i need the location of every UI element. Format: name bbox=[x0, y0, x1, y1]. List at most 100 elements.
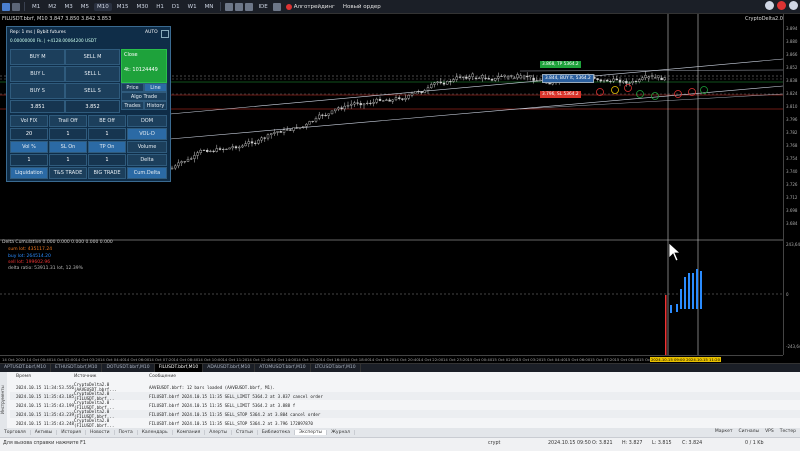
candle-body bbox=[606, 79, 609, 82]
log-row[interactable]: 2024.10.15 11:35:43.185 CryptoDelta2.0 (F… bbox=[10, 391, 800, 401]
tp-input[interactable]: 1 bbox=[88, 154, 126, 166]
ide-button[interactable]: IDE bbox=[255, 3, 270, 11]
toolbox-tab[interactable]: История bbox=[57, 430, 86, 435]
toolbox-tab[interactable]: Календарь bbox=[138, 430, 173, 435]
close-position-button[interactable]: Close 4t: 10124449 bbox=[121, 49, 167, 83]
candles-icon[interactable] bbox=[225, 2, 234, 11]
zoom-icon[interactable] bbox=[272, 2, 281, 11]
be-input[interactable]: 1 bbox=[88, 128, 126, 140]
column-time[interactable]: Время bbox=[10, 374, 74, 382]
toolbox-tab[interactable]: Почта bbox=[115, 430, 138, 435]
cum-delta-button[interactable]: Cum.Delta bbox=[127, 167, 167, 179]
log-row[interactable]: 2024.10.15 11:35:43.248 CryptoDelta2.0 (F… bbox=[10, 418, 800, 428]
tf-m30[interactable]: M30 bbox=[134, 3, 152, 11]
buy-l-button[interactable]: BUY L bbox=[10, 66, 65, 82]
history-button[interactable]: History bbox=[144, 101, 167, 110]
buy-m-button[interactable]: BUY M bbox=[10, 49, 65, 65]
candle-body bbox=[471, 73, 474, 77]
tf-m3[interactable]: M3 bbox=[62, 3, 76, 11]
liquidation-button[interactable]: Liquidation bbox=[10, 167, 48, 179]
tp-order-label[interactable]: 3.868, TP 5364.2 bbox=[540, 61, 581, 68]
toolbox-tab[interactable]: Торговля bbox=[0, 430, 31, 435]
column-source[interactable]: Источник bbox=[74, 374, 149, 382]
vol-percent-button[interactable]: Vol % bbox=[10, 141, 48, 153]
candle-body bbox=[500, 75, 503, 77]
vol-d-button[interactable]: VOL-D bbox=[127, 128, 167, 140]
toolbox-link[interactable]: Маркет bbox=[715, 429, 733, 434]
candle-body bbox=[532, 77, 535, 81]
toolbar-right bbox=[765, 1, 798, 10]
toolbox-tab[interactable]: Статьи bbox=[232, 430, 258, 435]
price-mode-button[interactable]: Price bbox=[121, 83, 144, 92]
column-message[interactable]: Сообщение bbox=[149, 374, 800, 382]
log-row[interactable]: 2024.10.15 11:35:43.199 CryptoDelta2.0 (F… bbox=[10, 400, 800, 410]
algo-trade-button[interactable]: Algo Trade bbox=[121, 92, 167, 101]
delta-button[interactable]: Delta bbox=[127, 154, 167, 166]
toolbox-link[interactable]: VPS bbox=[765, 429, 774, 434]
crosshair-icon[interactable] bbox=[12, 2, 20, 11]
toolbox-side-label[interactable]: Инструменты bbox=[0, 372, 7, 428]
toolbox-tab[interactable]: Эксперты bbox=[295, 430, 328, 435]
buy-s-button[interactable]: BUY S bbox=[10, 83, 65, 99]
big-trade-button[interactable]: BIG TRADE bbox=[88, 167, 126, 179]
toolbox-tab[interactable]: Алерты bbox=[205, 430, 233, 435]
sell-s-button[interactable]: SELL S bbox=[65, 83, 120, 99]
toolbox-link[interactable]: Тестер bbox=[780, 429, 796, 434]
volume-input[interactable]: 20 bbox=[10, 128, 48, 140]
tf-m5[interactable]: M5 bbox=[78, 3, 92, 11]
sl-on-button[interactable]: SL On bbox=[49, 141, 87, 153]
price-tick: 3.698 bbox=[786, 208, 798, 213]
minimize-icon[interactable] bbox=[161, 30, 169, 38]
tf-m2[interactable]: M2 bbox=[45, 3, 59, 11]
toolbox-link[interactable]: Сигналы bbox=[739, 429, 760, 434]
log-row[interactable]: 2024.10.15 11:34:53.556 CryptoDelta2.0 (A… bbox=[10, 382, 800, 392]
toolbox-tab[interactable]: Компания bbox=[173, 430, 206, 435]
vol-percent-input[interactable]: 1 bbox=[10, 154, 48, 166]
new-order-button[interactable]: Новый ордер bbox=[340, 3, 384, 11]
trail-off-button[interactable]: Trail Off bbox=[49, 115, 87, 127]
be-off-button[interactable]: BE Off bbox=[88, 115, 126, 127]
candle-body bbox=[631, 81, 634, 84]
trail-input[interactable]: 1 bbox=[49, 128, 87, 140]
tf-m10[interactable]: M10 bbox=[94, 2, 112, 11]
search-icon[interactable] bbox=[765, 1, 774, 10]
trades-button[interactable]: Trades bbox=[121, 101, 144, 110]
tf-h1[interactable]: H1 bbox=[153, 3, 167, 11]
candle-body bbox=[205, 149, 209, 152]
sell-lot-label: sell lot: 199602.96 bbox=[8, 260, 51, 265]
dom-button[interactable]: DOM bbox=[127, 115, 167, 127]
sell-l-button[interactable]: SELL L bbox=[65, 66, 120, 82]
ts-trade-button[interactable]: T&S TRADE bbox=[49, 167, 87, 179]
new-chart-icon[interactable] bbox=[2, 2, 10, 11]
tf-d1[interactable]: D1 bbox=[169, 3, 183, 11]
line-mode-button[interactable]: Line bbox=[144, 83, 167, 92]
log-row[interactable]: 2024.10.15 11:35:43.239 CryptoDelta2.0 (F… bbox=[10, 409, 800, 419]
line-chart-icon[interactable] bbox=[235, 2, 244, 11]
algo-trading-button[interactable]: Алготрейдинг bbox=[283, 3, 338, 11]
toolbox-tab[interactable]: Журнал bbox=[327, 430, 356, 435]
tf-m15[interactable]: M15 bbox=[114, 3, 132, 11]
sell-m-button[interactable]: SELL M bbox=[65, 49, 120, 65]
status-datetime: 2024.10.15 09:50 bbox=[548, 441, 591, 446]
time-tick: 15 Oct 02:00 bbox=[492, 357, 517, 362]
tf-w1[interactable]: W1 bbox=[185, 3, 200, 11]
profile-name[interactable]: crypt bbox=[488, 441, 500, 446]
toolbox-tab[interactable]: Библиотека bbox=[258, 430, 295, 435]
tf-m1[interactable]: M1 bbox=[29, 3, 43, 11]
entry-order-label[interactable]: 3.844, BUY lt, 5364.2 bbox=[542, 74, 594, 83]
price-axis[interactable]: 3.894 3.880 3.866 3.852 3.838 3.824 3.810 3.796… bbox=[783, 14, 800, 355]
histogram-bar bbox=[676, 304, 678, 312]
sl-input[interactable]: 1 bbox=[49, 154, 87, 166]
toolbox-tab[interactable]: Новости bbox=[86, 430, 115, 435]
candle-body bbox=[442, 82, 446, 85]
log-cell-time: 2024.10.15 11:35:43.248 bbox=[16, 420, 74, 426]
account-icon[interactable] bbox=[789, 1, 798, 10]
toolbox-tab[interactable]: Активы bbox=[31, 430, 58, 435]
notifications-icon[interactable] bbox=[777, 1, 786, 10]
tp-on-button[interactable]: TP On bbox=[88, 141, 126, 153]
sl-order-label[interactable]: 3.796, SL 5364.2 bbox=[540, 91, 581, 98]
volume-button[interactable]: Volume bbox=[127, 141, 167, 153]
indicators-icon[interactable] bbox=[245, 2, 254, 11]
vol-fix-button[interactable]: Vol FIX bbox=[10, 115, 48, 127]
tf-mn[interactable]: MN bbox=[202, 3, 217, 11]
